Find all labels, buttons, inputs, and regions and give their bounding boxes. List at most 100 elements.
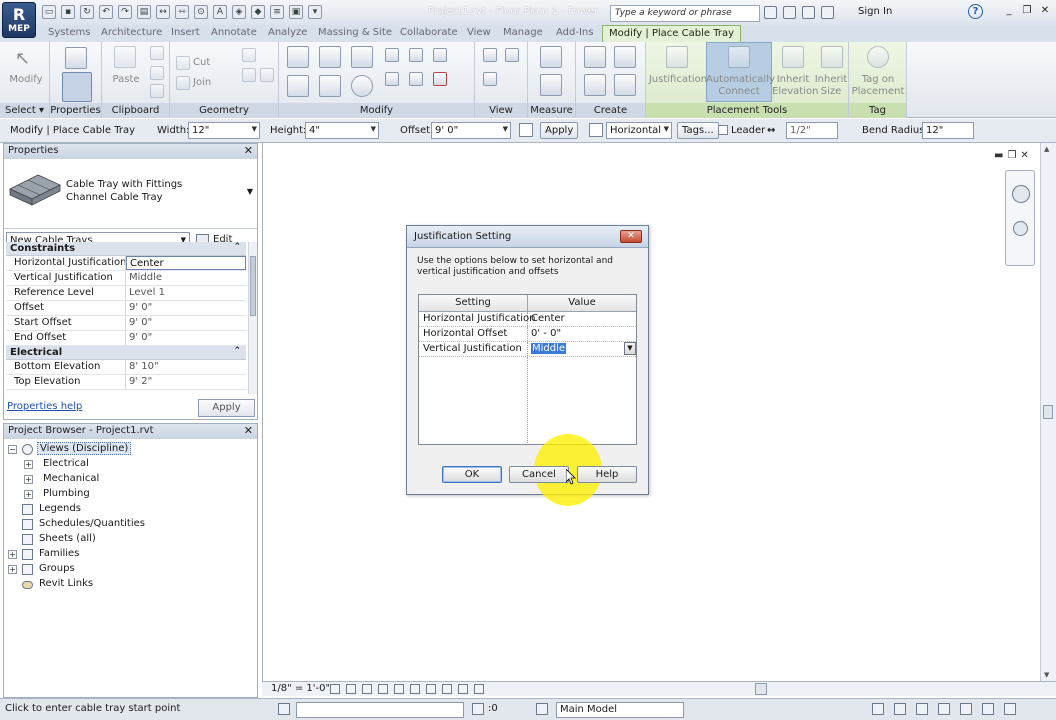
minimize-icon[interactable]: _ xyxy=(1002,4,1016,18)
create-similar-icon[interactable] xyxy=(614,74,636,96)
group-electrical[interactable]: Electrical ⌃ xyxy=(6,346,246,360)
justification-icon[interactable] xyxy=(666,46,688,68)
properties-toggle-button[interactable] xyxy=(62,72,92,102)
type-properties-icon[interactable] xyxy=(65,47,87,69)
temporary-hide-icon[interactable] xyxy=(426,684,436,694)
close-icon[interactable]: ✕ xyxy=(1020,150,1028,161)
cut-icon[interactable] xyxy=(150,46,164,60)
lightbulb-icon[interactable] xyxy=(483,72,497,86)
design-options-icon[interactable] xyxy=(536,703,548,715)
collapse-icon[interactable]: − xyxy=(8,445,17,454)
tab-annotate[interactable]: Annotate xyxy=(211,27,257,38)
reveal-hidden-icon[interactable] xyxy=(442,684,452,694)
show-crop-icon[interactable] xyxy=(410,684,420,694)
property-value[interactable]: Level 1 xyxy=(126,286,246,300)
rotate-icon[interactable] xyxy=(589,123,603,137)
scroll-down-icon[interactable]: ▼ xyxy=(1044,671,1049,679)
properties-apply-button[interactable]: Apply xyxy=(198,399,255,417)
chevron-down-icon[interactable]: ▼ xyxy=(624,342,636,355)
close-icon[interactable]: ✕ xyxy=(1038,4,1052,18)
justification-label[interactable]: Justification xyxy=(648,74,708,86)
override-graphics-icon[interactable] xyxy=(505,48,519,62)
application-menu-button[interactable]: R MEP xyxy=(2,2,36,38)
panel-label-select[interactable]: Select ▾ xyxy=(0,103,49,118)
binoculars-icon[interactable] xyxy=(764,6,777,19)
analytical-model-icon[interactable] xyxy=(474,684,484,694)
join-icon[interactable] xyxy=(176,76,190,90)
match-properties-icon[interactable] xyxy=(150,84,164,98)
property-value-input[interactable]: Center xyxy=(126,256,246,270)
tab-architecture[interactable]: Architecture xyxy=(101,27,162,38)
offset-combo[interactable]: 9' 0" ▼ xyxy=(431,122,511,139)
modify-arrow-icon[interactable]: ↖ xyxy=(15,48,37,70)
height-combo[interactable]: 4" ▼ xyxy=(305,122,379,139)
help-search-input[interactable]: Type a keyword or phrase xyxy=(610,5,760,22)
tag-icon[interactable]: ⊙ xyxy=(194,5,208,19)
print-icon[interactable]: ▤ xyxy=(137,5,151,19)
create-assembly-icon[interactable] xyxy=(584,46,606,68)
pin-icon[interactable] xyxy=(409,72,423,86)
group-constraints[interactable]: Constraints ⌃ xyxy=(6,242,246,256)
help-icon[interactable]: ? xyxy=(968,4,983,19)
crop-view-icon[interactable] xyxy=(394,684,404,694)
paint-icon[interactable] xyxy=(242,68,256,82)
horizontal-scrollbar-thumb[interactable] xyxy=(755,683,767,695)
align-icon[interactable] xyxy=(287,46,309,68)
sync-icon[interactable]: ↻ xyxy=(80,5,94,19)
favorites-icon[interactable] xyxy=(821,6,834,19)
inherit-size-label[interactable]: Inherit Size xyxy=(814,74,848,98)
bend-radius-input[interactable]: 12" xyxy=(922,122,974,139)
scrollbar-thumb[interactable] xyxy=(250,256,256,316)
thin-lines-icon[interactable]: ≡ xyxy=(270,5,284,19)
shadows-icon[interactable] xyxy=(378,684,388,694)
expand-icon[interactable]: + xyxy=(8,550,17,559)
select-pinned-icon[interactable] xyxy=(938,703,950,715)
sign-in-link[interactable]: Sign In xyxy=(858,6,892,17)
save-icon[interactable]: ▪ xyxy=(61,5,75,19)
drawing-area[interactable] xyxy=(262,143,1040,681)
customize-qat-icon[interactable]: ▾ xyxy=(308,5,322,19)
dimension-icon[interactable]: ⇿ xyxy=(175,5,189,19)
tree-node-mechanical[interactable]: + Mechanical xyxy=(4,472,257,487)
leader-checkbox[interactable] xyxy=(718,125,728,135)
inherit-elevation-icon[interactable] xyxy=(782,46,804,68)
leader-length-input[interactable]: 1/2" xyxy=(786,122,838,139)
filter-selection-icon[interactable] xyxy=(1004,703,1016,715)
paste-icon[interactable] xyxy=(114,46,136,68)
collapse-icon[interactable]: ⌃ xyxy=(233,346,241,356)
restore-icon[interactable]: ❐ xyxy=(1020,4,1034,18)
split-icon[interactable] xyxy=(385,48,399,62)
close-icon[interactable]: ✕ xyxy=(244,144,253,157)
split-face-icon[interactable] xyxy=(242,48,256,62)
communication-icon[interactable] xyxy=(802,6,815,19)
ok-button[interactable]: OK xyxy=(442,466,502,483)
tags-button[interactable]: Tags... xyxy=(677,122,719,139)
select-by-face-icon[interactable] xyxy=(960,703,972,715)
text-icon[interactable]: A xyxy=(213,5,227,19)
properties-scrollbar[interactable] xyxy=(248,242,257,394)
scroll-up-icon[interactable]: ▲ xyxy=(1044,145,1049,153)
tree-node-legends[interactable]: Legends xyxy=(4,502,257,517)
scale-icon[interactable] xyxy=(433,48,447,62)
dialog-title-bar[interactable]: Justification Setting ✕ xyxy=(407,226,648,248)
tree-node-families[interactable]: + Families xyxy=(4,547,257,562)
lightbulb-icon[interactable] xyxy=(458,684,468,694)
tab-systems[interactable]: Systems xyxy=(48,27,91,38)
select-underlay-icon[interactable] xyxy=(916,703,928,715)
tab-insert[interactable]: Insert xyxy=(171,27,200,38)
help-button[interactable]: Help xyxy=(577,466,637,483)
vertical-scrollbar[interactable]: ▲ ▼ xyxy=(1040,143,1056,681)
trim-icon[interactable] xyxy=(385,72,399,86)
redo-icon[interactable]: ↷ xyxy=(118,5,132,19)
minimize-icon[interactable]: ▬ xyxy=(994,150,1003,161)
zoom-icon[interactable] xyxy=(1013,221,1028,236)
tree-node-electrical[interactable]: + Electrical xyxy=(4,457,257,472)
orientation-combo[interactable]: Horizontal ▼ xyxy=(606,122,672,139)
tree-node-revit-links[interactable]: Revit Links xyxy=(4,577,257,592)
delete-icon[interactable] xyxy=(433,72,447,86)
sun-path-icon[interactable] xyxy=(362,684,372,694)
detail-level-icon[interactable] xyxy=(330,684,340,694)
tab-view[interactable]: View xyxy=(467,27,491,38)
copy-icon[interactable] xyxy=(150,66,164,80)
width-combo[interactable]: 12" ▼ xyxy=(188,122,260,139)
